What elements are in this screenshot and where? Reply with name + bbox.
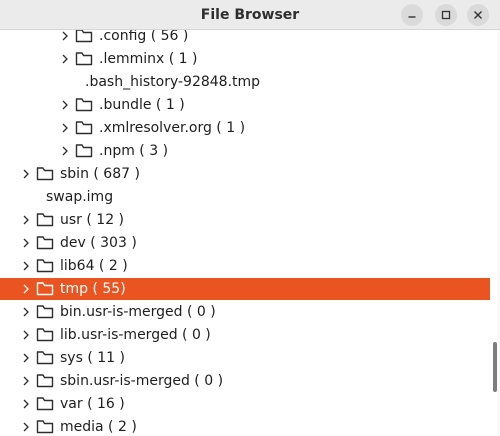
vertical-scrollbar[interactable] bbox=[493, 342, 497, 392]
tree-row-label: .npm ( 3 ) bbox=[99, 143, 169, 159]
tree-row-label: .lemminx ( 1 ) bbox=[99, 51, 198, 67]
tree-row-folder[interactable]: lib.usr-is-merged ( 0 ) bbox=[0, 324, 490, 346]
tree-row-label: media ( 2 ) bbox=[60, 419, 137, 435]
expand-chevron-icon[interactable] bbox=[20, 283, 32, 295]
folder-icon bbox=[75, 52, 93, 66]
tree-row-folder[interactable]: sys ( 11 ) bbox=[0, 347, 490, 369]
folder-icon bbox=[75, 121, 93, 135]
tree-row-label: sbin.usr-is-merged ( 0 ) bbox=[60, 373, 224, 389]
tree-row-label: lib64 ( 2 ) bbox=[60, 258, 128, 274]
tree-row-folder[interactable]: media ( 2 ) bbox=[0, 416, 490, 436]
expand-chevron-icon[interactable] bbox=[20, 375, 32, 387]
folder-icon bbox=[36, 351, 54, 365]
folder-icon bbox=[36, 374, 54, 388]
folder-icon bbox=[36, 420, 54, 434]
expand-chevron-icon[interactable] bbox=[20, 237, 32, 249]
tree-row-label: usr ( 12 ) bbox=[60, 212, 125, 228]
tree-row-folder[interactable]: sbin.usr-is-merged ( 0 ) bbox=[0, 370, 490, 392]
expand-chevron-icon[interactable] bbox=[59, 145, 71, 157]
tree-row-folder[interactable]: bin.usr-is-merged ( 0 ) bbox=[0, 301, 490, 323]
close-button[interactable] bbox=[467, 4, 489, 26]
expand-chevron-icon[interactable] bbox=[20, 421, 32, 433]
tree-row-file[interactable]: .bash_history-92848.tmp bbox=[0, 71, 490, 93]
file-browser-window: File Browser .config ( 56 ) .lemminx ( 1 … bbox=[0, 0, 500, 436]
folder-icon bbox=[75, 98, 93, 112]
expand-chevron-icon[interactable] bbox=[20, 306, 32, 318]
expand-chevron-icon[interactable] bbox=[59, 30, 71, 42]
title-bar[interactable]: File Browser bbox=[0, 0, 500, 30]
tree-row-folder[interactable]: dev ( 303 ) bbox=[0, 232, 490, 254]
tree-row-label: dev ( 303 ) bbox=[60, 235, 137, 251]
tree-row-folder[interactable]: sbin ( 687 ) bbox=[0, 163, 490, 185]
expand-chevron-icon[interactable] bbox=[20, 398, 32, 410]
folder-icon bbox=[36, 259, 54, 273]
tree-row-folder[interactable]: .xmlresolver.org ( 1 ) bbox=[0, 117, 490, 139]
expand-chevron-icon[interactable] bbox=[59, 99, 71, 111]
folder-icon bbox=[36, 397, 54, 411]
maximize-icon bbox=[441, 10, 451, 20]
folder-icon bbox=[36, 167, 54, 181]
file-tree[interactable]: .config ( 56 ) .lemminx ( 1 ) .bash_histor… bbox=[0, 30, 490, 436]
tree-row-label: .config ( 56 ) bbox=[99, 30, 189, 44]
tree-row-label: .bundle ( 1 ) bbox=[99, 97, 185, 113]
tree-row-file[interactable]: swap.img bbox=[0, 186, 490, 208]
folder-icon bbox=[75, 30, 93, 43]
window-title: File Browser bbox=[200, 7, 300, 23]
expand-chevron-icon[interactable] bbox=[20, 329, 32, 341]
folder-icon bbox=[36, 328, 54, 342]
close-icon bbox=[474, 11, 482, 19]
tree-row-label: tmp ( 55) bbox=[60, 281, 126, 297]
folder-icon bbox=[75, 144, 93, 158]
expand-chevron-icon[interactable] bbox=[20, 168, 32, 180]
tree-row-folder[interactable]: var ( 16 ) bbox=[0, 393, 490, 415]
tree-row-folder[interactable]: .npm ( 3 ) bbox=[0, 140, 490, 162]
folder-icon bbox=[36, 282, 54, 296]
tree-row-label: sbin ( 687 ) bbox=[60, 166, 140, 182]
expand-chevron-icon[interactable] bbox=[20, 214, 32, 226]
tree-row-folder[interactable]: lib64 ( 2 ) bbox=[0, 255, 490, 277]
tree-row-label: lib.usr-is-merged ( 0 ) bbox=[60, 327, 211, 343]
minimize-button[interactable] bbox=[401, 4, 423, 26]
tree-row-folder[interactable]: .bundle ( 1 ) bbox=[0, 94, 490, 116]
maximize-button[interactable] bbox=[435, 4, 457, 26]
tree-row-folder[interactable]: .config ( 56 ) bbox=[0, 30, 490, 47]
folder-icon bbox=[36, 305, 54, 319]
expand-chevron-icon[interactable] bbox=[59, 122, 71, 134]
expand-chevron-icon[interactable] bbox=[20, 352, 32, 364]
tree-row-label: swap.img bbox=[46, 189, 114, 205]
tree-row-label: .xmlresolver.org ( 1 ) bbox=[99, 120, 246, 136]
tree-row-label: var ( 16 ) bbox=[60, 396, 125, 412]
expand-chevron-icon[interactable] bbox=[20, 260, 32, 272]
minimize-icon bbox=[408, 16, 416, 18]
folder-icon bbox=[36, 236, 54, 250]
tree-row-folder[interactable]: tmp ( 55) bbox=[0, 278, 490, 300]
tree-row-label: sys ( 11 ) bbox=[60, 350, 125, 366]
expand-chevron-icon[interactable] bbox=[59, 53, 71, 65]
tree-row-label: .bash_history-92848.tmp bbox=[85, 74, 261, 90]
tree-row-folder[interactable]: .lemminx ( 1 ) bbox=[0, 48, 490, 70]
tree-row-label: bin.usr-is-merged ( 0 ) bbox=[60, 304, 216, 320]
tree-row-folder[interactable]: usr ( 12 ) bbox=[0, 209, 490, 231]
folder-icon bbox=[36, 213, 54, 227]
